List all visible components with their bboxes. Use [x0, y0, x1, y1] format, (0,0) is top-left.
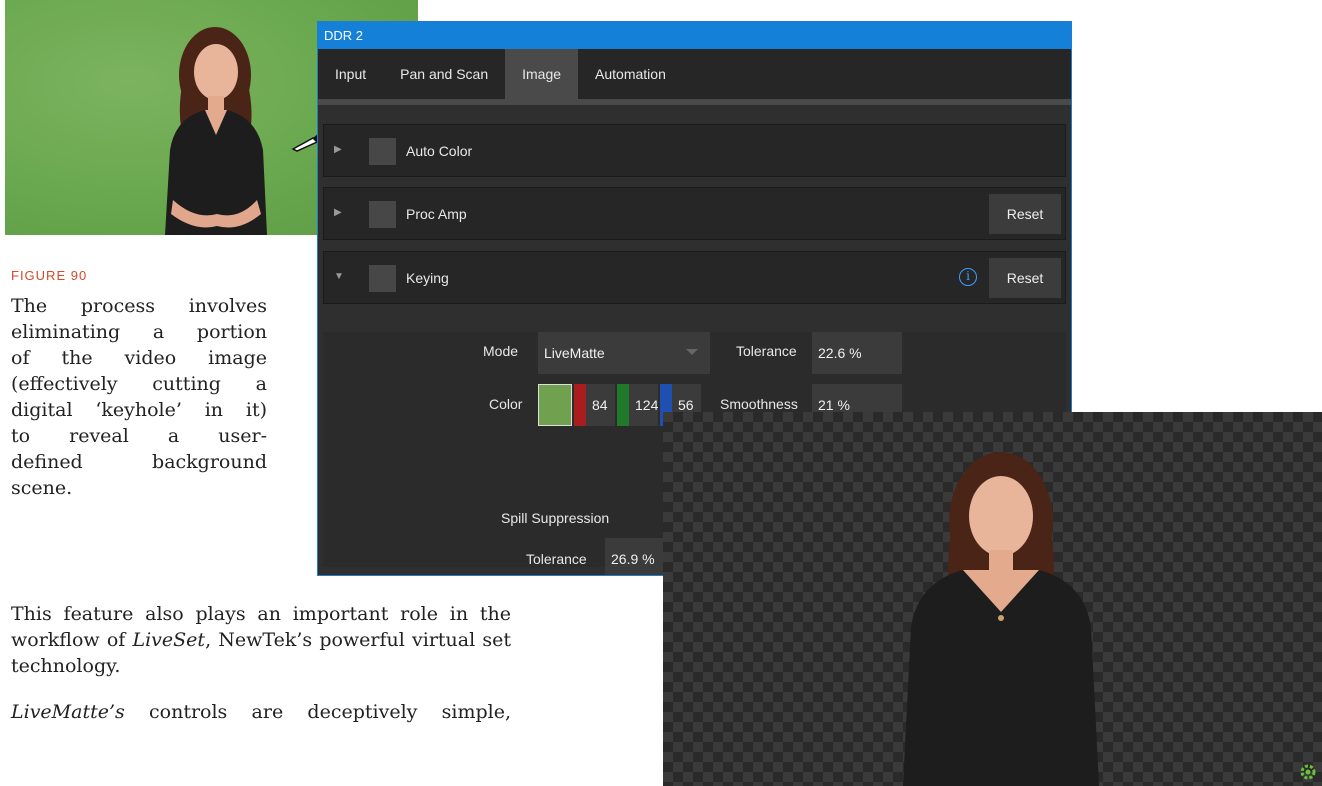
- red-channel-bar: [574, 384, 586, 426]
- spill-suppression-label: Spill Suppression: [501, 510, 610, 526]
- body-paragraph-2: This feature also plays an important rol…: [11, 601, 511, 679]
- chevron-down-icon: [686, 349, 698, 355]
- para1-line: to reveal a user-: [11, 425, 267, 447]
- figure-caption: FIGURE 90: [11, 268, 88, 283]
- body-paragraph-1: The process involves eliminating a porti…: [11, 293, 267, 501]
- tab-pan-and-scan[interactable]: Pan and Scan: [383, 49, 505, 99]
- auto-color-label: Auto Color: [406, 143, 473, 159]
- para1-line: eliminating a portion: [11, 321, 267, 343]
- mode-select[interactable]: LiveMatte: [538, 332, 710, 374]
- keying-checkbox[interactable]: [369, 265, 396, 292]
- keying-section[interactable]: ▼ Keying i Reset: [323, 251, 1066, 304]
- tolerance-label: Tolerance: [736, 343, 797, 359]
- liveset-term: LiveSet: [132, 629, 206, 651]
- tab-automation[interactable]: Automation: [578, 49, 683, 99]
- para1-line: (effectively cutting a: [11, 373, 267, 395]
- para1-line: of the video image: [11, 347, 267, 369]
- info-icon[interactable]: i: [959, 268, 977, 286]
- key-color-swatch[interactable]: [538, 384, 572, 426]
- para3-text: controls are deceptively simple,: [124, 701, 511, 723]
- para1-line: digital ‘keyhole’ in it): [11, 399, 267, 421]
- livematte-term: LiveMatte’s: [11, 701, 125, 723]
- red-channel-field[interactable]: 84: [574, 384, 615, 426]
- keyed-presenter-figure: [903, 452, 1099, 786]
- gear-icon[interactable]: [1298, 762, 1318, 782]
- proc-amp-reset-button[interactable]: Reset: [989, 194, 1061, 234]
- para1-line: defined background: [11, 451, 267, 473]
- auto-color-checkbox[interactable]: [369, 138, 396, 165]
- para1-line: The process involves: [11, 295, 267, 317]
- green-channel-bar: [617, 384, 629, 426]
- expand-arrow-icon[interactable]: ▶: [334, 144, 342, 155]
- color-label: Color: [489, 396, 523, 412]
- tab-bar: Input Pan and Scan Image Automation: [318, 49, 1071, 99]
- keyed-output-image: [663, 412, 1322, 786]
- tab-image[interactable]: Image: [505, 49, 579, 99]
- para1-line: scene.: [11, 477, 73, 499]
- smoothness-label: Smoothness: [720, 396, 798, 412]
- proc-amp-section[interactable]: ▶ Proc Amp Reset: [323, 187, 1066, 240]
- spill-tolerance-label: Tolerance: [526, 551, 587, 567]
- mode-value: LiveMatte: [544, 345, 605, 361]
- mode-label: Mode: [483, 343, 519, 359]
- window-title: DDR 2: [318, 22, 1071, 49]
- collapse-arrow-icon[interactable]: ▼: [334, 271, 344, 282]
- tab-input[interactable]: Input: [318, 49, 383, 99]
- keying-reset-button[interactable]: Reset: [989, 258, 1061, 298]
- keying-label: Keying: [406, 270, 449, 286]
- proc-amp-checkbox[interactable]: [369, 201, 396, 228]
- tolerance-field[interactable]: 22.6 %: [812, 332, 902, 374]
- green-value: 124: [635, 397, 659, 413]
- body-paragraph-3: LiveMatte’s controls are deceptively sim…: [11, 699, 511, 725]
- proc-amp-label: Proc Amp: [406, 206, 467, 222]
- auto-color-section[interactable]: ▶ Auto Color: [323, 124, 1066, 177]
- green-channel-field[interactable]: 124: [617, 384, 658, 426]
- expand-arrow-icon[interactable]: ▶: [334, 207, 342, 218]
- red-value: 84: [592, 397, 608, 413]
